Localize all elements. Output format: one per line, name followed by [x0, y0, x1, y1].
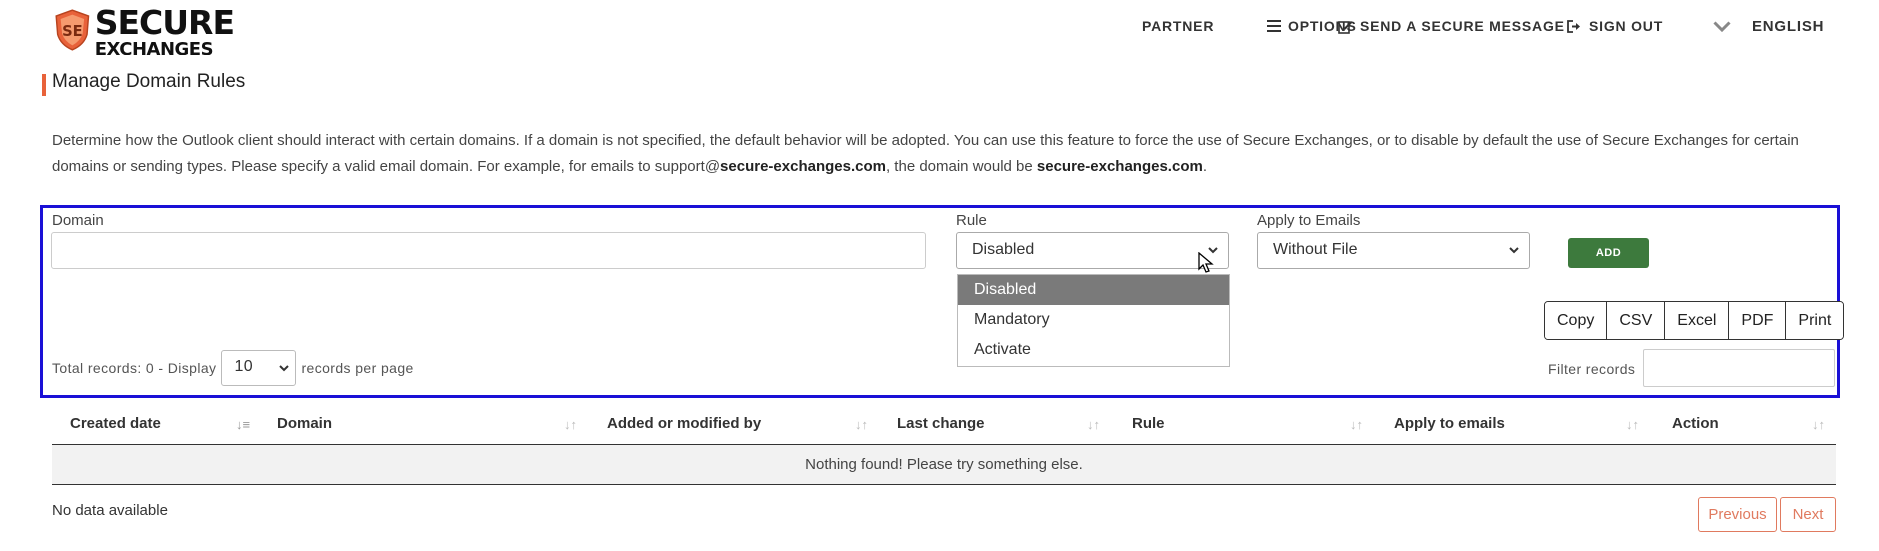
svg-text:SE: SE — [62, 23, 83, 40]
col-rule[interactable]: Rule — [1132, 415, 1165, 432]
domain-input[interactable] — [51, 232, 926, 269]
sort-icon[interactable]: ↓↑ — [564, 417, 577, 432]
mouse-cursor-icon — [1198, 252, 1214, 273]
next-button[interactable]: Next — [1780, 497, 1836, 532]
no-data-text: No data available — [52, 502, 168, 519]
copy-button[interactable]: Copy — [1545, 302, 1607, 339]
rule-option-disabled[interactable]: Disabled — [958, 275, 1229, 305]
filter-label: Filter records — [1548, 361, 1636, 377]
col-apply-to-emails[interactable]: Apply to emails — [1394, 415, 1505, 432]
sort-icon[interactable]: ↓↑ — [1350, 417, 1363, 432]
apply-select[interactable]: Without File — [1257, 232, 1530, 269]
rule-select-value: Disabled — [972, 241, 1035, 258]
sort-icon[interactable]: ↓↑ — [855, 417, 868, 432]
title-accent-bar — [42, 74, 46, 96]
nav-send-secure-message[interactable]: SEND A SECURE MESSAGE — [1338, 18, 1565, 34]
sign-out-icon — [1567, 19, 1582, 33]
desc-domain-example-2: secure-exchanges.com — [1036, 158, 1203, 175]
nav-send-label: SEND A SECURE MESSAGE — [1360, 18, 1565, 34]
previous-button[interactable]: Previous — [1698, 497, 1777, 532]
rule-select[interactable]: Disabled — [956, 232, 1229, 269]
col-added-by[interactable]: Added or modified by — [607, 415, 761, 432]
brand-logo[interactable]: SE SECURE EXCHANGES — [54, 2, 235, 58]
brand-line2: EXCHANGES — [94, 40, 214, 55]
nav-partner-label: PARTNER — [1142, 18, 1215, 34]
per-page-chevron-icon — [279, 365, 290, 372]
edit-icon — [1338, 19, 1353, 34]
rule-dropdown-list: Disabled Mandatory Activate — [957, 274, 1230, 367]
col-last-change[interactable]: Last change — [897, 415, 985, 432]
sort-icon[interactable]: ↓↑ — [1812, 417, 1825, 432]
domain-rules-table: Created date ↓≡ Domain ↓↑ Added or modif… — [52, 405, 1836, 485]
sort-icon[interactable]: ↓↑ — [1626, 417, 1639, 432]
rule-option-activate[interactable]: Activate — [958, 335, 1229, 365]
per-page-suffix: records per page — [301, 360, 414, 376]
nav-sign-out[interactable]: SIGN OUT — [1567, 18, 1663, 34]
excel-button[interactable]: Excel — [1664, 302, 1729, 339]
brand-wordmark: SECURE EXCHANGES — [94, 2, 235, 55]
apply-select-value: Without File — [1273, 241, 1358, 258]
sort-icon[interactable]: ↓↑ — [1087, 417, 1100, 432]
apply-label: Apply to Emails — [1257, 212, 1361, 229]
nav-partner[interactable]: PARTNER — [1142, 18, 1214, 34]
empty-table-row: Nothing found! Please try something else… — [52, 445, 1836, 485]
domain-label: Domain — [52, 212, 104, 229]
table-header: Created date ↓≡ Domain ↓↑ Added or modif… — [52, 405, 1836, 445]
page-title: Manage Domain Rules — [52, 71, 246, 92]
per-page-select[interactable]: 10 — [221, 350, 297, 386]
col-domain[interactable]: Domain — [277, 415, 332, 432]
export-button-group: Copy CSV Excel PDF Print — [1544, 301, 1845, 340]
total-records-text: Total records: 0 - Display — [52, 360, 217, 376]
desc-text-3: . — [1202, 158, 1207, 175]
records-summary: Total records: 0 - Display 10 records pe… — [52, 350, 414, 386]
language-selector[interactable]: ENGLISH — [1713, 18, 1824, 35]
csv-button[interactable]: CSV — [1606, 302, 1665, 339]
shield-logo-icon: SE — [55, 9, 90, 51]
add-button[interactable]: ADD — [1568, 238, 1649, 268]
per-page-value: 10 — [234, 358, 254, 375]
page-description: Determine how the Outlook client should … — [52, 128, 1832, 180]
print-button[interactable]: Print — [1785, 302, 1844, 339]
brand-line1: SECURE — [94, 2, 235, 42]
language-label: ENGLISH — [1752, 17, 1825, 35]
desc-text-2: , the domain would be — [885, 158, 1037, 175]
rule-option-mandatory[interactable]: Mandatory — [958, 305, 1229, 335]
col-created-date[interactable]: Created date — [70, 415, 161, 432]
filter-input[interactable] — [1643, 349, 1835, 387]
pdf-button[interactable]: PDF — [1728, 302, 1786, 339]
nav-signout-label: SIGN OUT — [1589, 18, 1664, 34]
apply-chevron-icon — [1509, 247, 1519, 254]
sort-asc-icon[interactable]: ↓≡ — [236, 417, 250, 432]
menu-icon — [1267, 20, 1281, 32]
desc-domain-example-1: secure-exchanges.com — [720, 158, 886, 175]
col-action[interactable]: Action — [1672, 415, 1719, 432]
chevron-down-icon — [1713, 20, 1731, 32]
rule-label: Rule — [956, 212, 987, 229]
